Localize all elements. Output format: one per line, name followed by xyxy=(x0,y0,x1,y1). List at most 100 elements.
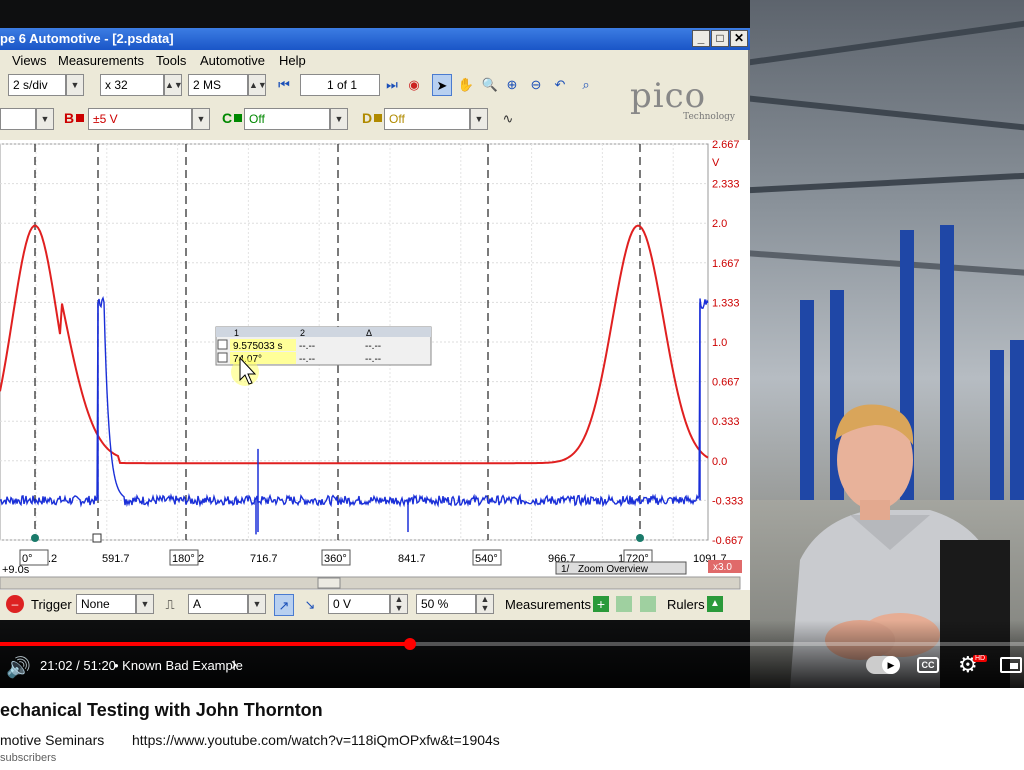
x-tick-label: 841.7 xyxy=(398,553,426,565)
undo-zoom-icon[interactable]: ↶ xyxy=(550,74,570,96)
y-tick-label: 1.333 xyxy=(712,297,740,309)
zoom-fit-icon[interactable]: ⌕ xyxy=(576,74,596,96)
zoom-icon[interactable]: 🔍 xyxy=(480,74,500,96)
measure-header: 1 xyxy=(234,328,239,338)
trigger-toolbar: – Trigger None ▼ ⎍ A ▼ ↗ ↘ 0 V ▲ ▼ 50 % ▲… xyxy=(0,590,750,620)
page-counter: 1 of 1 xyxy=(300,74,380,96)
pointer-icon[interactable]: ➤ xyxy=(432,74,452,96)
channel-options-icon[interactable]: ∿ xyxy=(498,108,518,130)
video-info: echanical Testing with John Thornton mot… xyxy=(0,688,1024,770)
autoplay-toggle[interactable]: ▶ xyxy=(866,656,900,674)
autoplay-play-icon: ▶ xyxy=(882,656,900,674)
menu-measurements[interactable]: Measurements xyxy=(58,53,144,68)
zoom-overview-num: 1/ xyxy=(561,564,570,575)
channel-b-dropdown[interactable]: ▼ xyxy=(192,108,210,130)
y-tick-label: -0.667 xyxy=(712,535,743,547)
hd-badge: HD xyxy=(973,655,988,662)
trigger-mode-select[interactable]: None xyxy=(76,594,136,614)
compass-icon[interactable]: ◉ xyxy=(404,74,424,96)
x-tick-label: 540° xyxy=(475,553,498,565)
chapter-title[interactable]: • Known Bad Example xyxy=(114,658,243,673)
y-tick-label: 2.0 xyxy=(712,218,727,230)
scrollbar-thumb[interactable] xyxy=(317,577,341,589)
trigger-channel-dropdown[interactable]: ▼ xyxy=(248,594,266,614)
row-checkbox[interactable] xyxy=(217,352,228,363)
trigger-threshold-input[interactable]: 0 V xyxy=(328,594,390,614)
x-tick-label: 716.7 xyxy=(250,553,278,565)
channel-c-label: C xyxy=(222,110,233,126)
y-tick-label: 2.333 xyxy=(712,179,740,191)
screenshot: pe 6 Automotive - [2.psdata] _ □ ✕ Views… xyxy=(0,0,1024,770)
x-tick-label: 2 xyxy=(198,553,204,565)
measure-header: 2 xyxy=(300,328,305,338)
pre-trigger-stepper[interactable]: ▲ ▼ xyxy=(476,594,494,614)
pico-logo: pico Technology xyxy=(630,76,745,128)
rulers-icon[interactable]: ▲ xyxy=(707,596,723,612)
trigger-edge-icon[interactable]: ⎍ xyxy=(160,594,180,616)
progress-bar[interactable] xyxy=(0,642,1024,646)
close-button[interactable]: ✕ xyxy=(730,30,748,47)
rising-edge-icon[interactable]: ↗ xyxy=(274,594,294,616)
add-measurement-icon[interactable]: + xyxy=(593,596,609,612)
y-tick-label: 0.667 xyxy=(712,377,740,389)
channel-d-dropdown[interactable]: ▼ xyxy=(470,108,488,130)
window-title: pe 6 Automotive - [2.psdata] xyxy=(0,31,174,46)
zoom-stepper[interactable]: ▲▼ xyxy=(164,74,183,96)
channel-a-dropdown[interactable]: ▼ xyxy=(36,108,54,130)
samples-stepper[interactable]: ▲▼ xyxy=(248,74,267,96)
waveform-chart[interactable]: 2.667 2.333 2.0 1.667 1.333 1.0 0.667 0.333 0.0 -… xyxy=(0,139,750,605)
channel-b-range[interactable]: ±5 V xyxy=(88,108,192,130)
horizontal-scrollbar[interactable] xyxy=(0,576,741,590)
logo-brand: pico xyxy=(630,76,707,116)
menu-help[interactable]: Help xyxy=(279,53,306,68)
channel-a-range[interactable] xyxy=(0,108,36,130)
channel-d-label: D xyxy=(362,110,373,126)
video-url[interactable]: https://www.youtube.com/watch?v=118iQmOP… xyxy=(132,732,500,748)
zoom-in-icon[interactable]: ⊕ xyxy=(502,74,522,96)
y-tick-label: 1.0 xyxy=(712,337,727,349)
window-titlebar: pe 6 Automotive - [2.psdata] _ □ ✕ xyxy=(0,28,750,50)
scope-plot[interactable]: 2.667 2.333 2.0 1.667 1.333 1.0 0.667 0.333 0.0 -… xyxy=(0,139,750,605)
ruler-handle[interactable] xyxy=(636,534,644,542)
menu-views[interactable]: Views xyxy=(12,53,46,68)
volume-icon[interactable]: 🔊 xyxy=(6,655,31,680)
y-tick-label: 0.333 xyxy=(712,416,740,428)
hand-icon[interactable]: ✋ xyxy=(456,74,476,96)
progress-scrubber[interactable] xyxy=(404,638,416,650)
chapter-arrow-icon[interactable]: › xyxy=(231,654,237,675)
x-tick-label: .2 xyxy=(48,553,57,565)
y-unit-label: V xyxy=(712,157,720,169)
video-player[interactable]: pe 6 Automotive - [2.psdata] _ □ ✕ Views… xyxy=(0,0,1024,688)
trigger-mode-dropdown[interactable]: ▼ xyxy=(136,594,154,614)
zoom-select[interactable]: x 32 xyxy=(100,74,164,96)
maximize-button[interactable]: □ xyxy=(711,30,729,47)
ruler-handle[interactable] xyxy=(31,534,39,542)
minimize-button[interactable]: _ xyxy=(692,30,710,47)
first-page-icon[interactable]: ⏮ xyxy=(274,74,294,96)
pre-trigger-input[interactable]: 50 % xyxy=(416,594,476,614)
samples-select[interactable]: 2 MS xyxy=(188,74,248,96)
captions-button[interactable]: CC xyxy=(917,657,939,673)
threshold-stepper[interactable]: ▲ ▼ xyxy=(390,594,408,614)
channel-c-range[interactable]: Off xyxy=(244,108,330,130)
channel-name[interactable]: motive Seminars xyxy=(0,732,104,748)
row-checkbox[interactable] xyxy=(217,339,228,350)
miniplayer-icon[interactable] xyxy=(1000,657,1022,673)
falling-edge-icon[interactable]: ↘ xyxy=(300,594,320,616)
menu-automotive[interactable]: Automotive xyxy=(200,53,265,68)
x-tick-label: 360° xyxy=(324,553,347,565)
trigger-channel-select[interactable]: A xyxy=(188,594,248,614)
remove-measurement-icon[interactable] xyxy=(640,596,656,612)
menu-tools[interactable]: Tools xyxy=(156,53,186,68)
edit-measurement-icon[interactable] xyxy=(616,596,632,612)
measure-cell: --.-- xyxy=(365,341,381,352)
timebase-dropdown[interactable]: ▼ xyxy=(66,74,84,96)
ruler-handle-square[interactable] xyxy=(92,533,102,543)
timebase-select[interactable]: 2 s/div xyxy=(8,74,66,96)
stop-icon[interactable]: – xyxy=(6,595,24,613)
last-page-icon[interactable]: ⏭ xyxy=(382,74,402,96)
channel-d-range[interactable]: Off xyxy=(384,108,470,130)
zoom-out-icon[interactable]: ⊖ xyxy=(526,74,546,96)
zoom-overview-label: Zoom Overview xyxy=(578,564,649,575)
channel-c-dropdown[interactable]: ▼ xyxy=(330,108,348,130)
